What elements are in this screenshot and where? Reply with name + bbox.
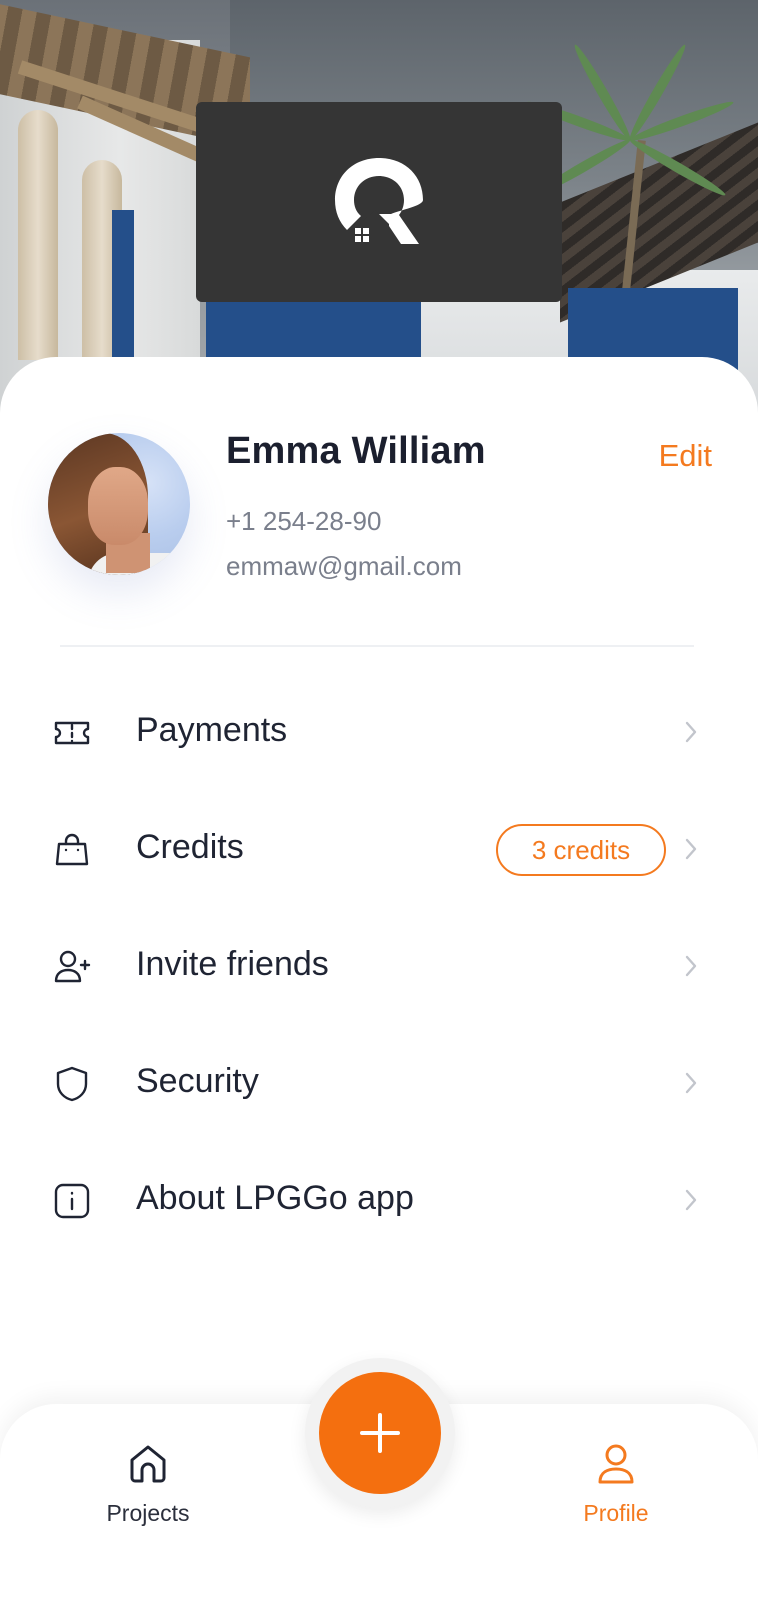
user-add-icon [54,950,91,983]
shield-icon [56,1066,88,1102]
nav-profile[interactable]: Profile [536,1440,696,1550]
app-logo [196,102,562,302]
avatar[interactable] [48,433,190,575]
profile-email: emmaw@gmail.com [226,551,462,581]
menu-item-label: Security [136,1062,259,1100]
credits-badge: 3 credits [496,824,666,876]
menu-item-security[interactable]: Security [0,1026,758,1143]
profile-name: Emma William [226,430,486,472]
chevron-right-icon [685,838,697,860]
menu-item-label: Payments [136,711,288,749]
shopping-bag-icon [55,833,89,866]
menu-item-label: Credits [136,828,244,866]
info-icon [54,1183,90,1219]
user-icon [598,1444,634,1484]
chevron-right-icon [685,1189,697,1211]
plus-icon [360,1413,400,1453]
divider [60,645,694,647]
nav-label: Profile [583,1500,649,1526]
settings-menu: Payments Credits Invite friends Security [0,675,758,1260]
menu-item-payments[interactable]: Payments [0,675,758,792]
nav-label: Projects [106,1500,190,1526]
chevron-right-icon [685,955,697,977]
edit-profile-button[interactable]: Edit [659,438,712,474]
menu-item-about[interactable]: About LPGGo app [0,1143,758,1260]
nav-projects[interactable]: Projects [68,1440,228,1550]
chevron-right-icon [685,721,697,743]
menu-item-label: Invite friends [136,945,329,983]
lpggo-logo-icon [335,158,423,244]
profile-phone: +1 254-28-90 [226,506,382,536]
home-icon [130,1445,166,1483]
chevron-right-icon [685,1072,697,1094]
ticket-icon [54,721,90,745]
menu-item-invite-friends[interactable]: Invite friends [0,909,758,1026]
add-project-button[interactable] [319,1372,441,1494]
menu-item-label: About LPGGo app [136,1179,414,1217]
